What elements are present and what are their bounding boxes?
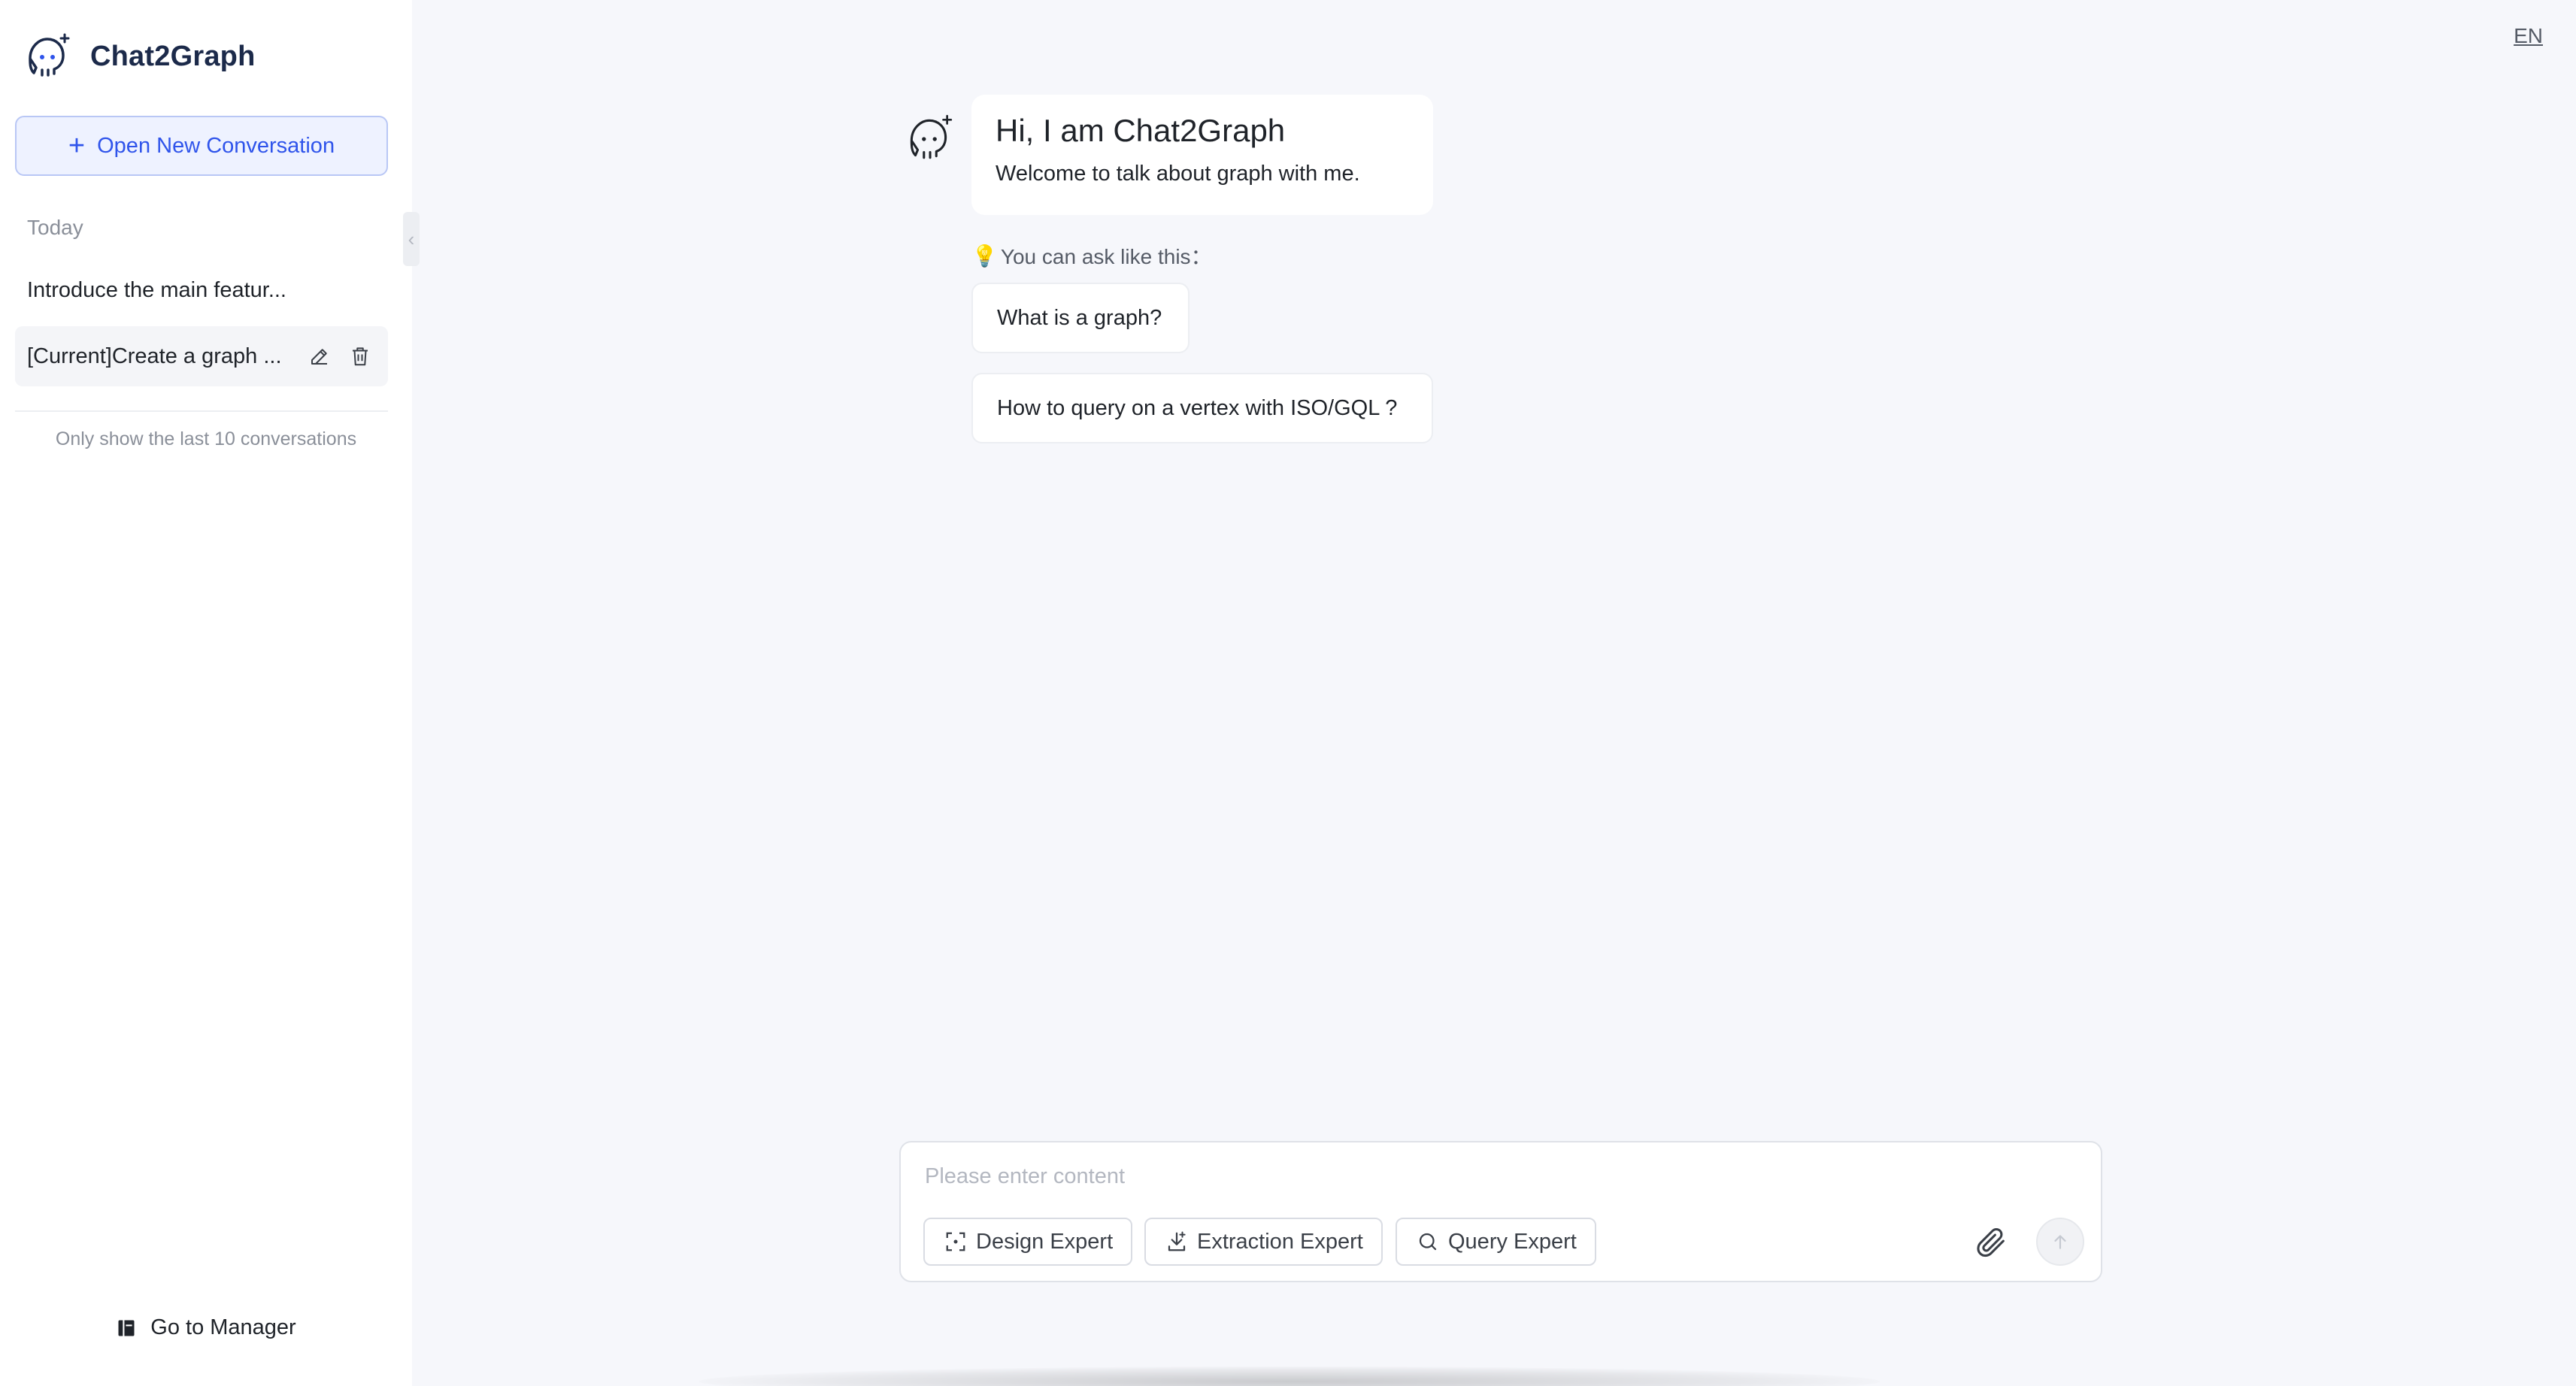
collapse-sidebar-handle[interactable]: ‹ [403, 212, 420, 266]
extraction-expert-label: Extraction Expert [1197, 1229, 1363, 1254]
brand-name: Chat2Graph [90, 40, 256, 72]
query-expert-button[interactable]: Query Expert [1396, 1218, 1596, 1266]
send-button[interactable] [2036, 1218, 2084, 1266]
design-expert-label: Design Expert [976, 1229, 1114, 1254]
go-to-manager-button[interactable]: Go to Manager [0, 1315, 412, 1340]
conversation-actions [308, 345, 371, 368]
plus-icon: + [68, 130, 86, 162]
go-to-manager-label: Go to Manager [150, 1315, 296, 1339]
extraction-expert-button[interactable]: Extraction Expert [1144, 1218, 1383, 1266]
message-composer: Design Expert Extraction Expert Query Ex… [899, 1141, 2102, 1282]
sidebar: Chat2Graph + Open New Conversation Today… [0, 0, 412, 1386]
ask-hint: 💡 You can ask like this： [971, 241, 1212, 271]
suggestion-chip[interactable]: How to query on a vertex with ISO/GQL ? [971, 373, 1433, 443]
language-switch[interactable]: EN [2514, 24, 2543, 48]
query-icon [1419, 1233, 1437, 1251]
delete-icon[interactable] [349, 345, 371, 368]
welcome-subtitle: Welcome to talk about graph with me. [996, 161, 1360, 186]
query-expert-label: Query Expert [1448, 1229, 1577, 1254]
conversation-item-current[interactable]: [Current]Create a graph ... [15, 326, 388, 386]
brand: Chat2Graph [21, 30, 255, 83]
open-new-conversation-button[interactable]: + Open New Conversation [15, 116, 388, 176]
suggestion-chip[interactable]: What is a graph? [971, 283, 1190, 353]
divider [15, 410, 388, 412]
chat2graph-logo-icon [29, 33, 70, 77]
welcome-title: Hi, I am Chat2Graph [996, 113, 1286, 148]
conversation-limit-note: Only show the last 10 conversations [55, 428, 357, 449]
manager-icon [118, 1320, 135, 1336]
extraction-icon [1168, 1231, 1186, 1251]
message-input[interactable] [923, 1158, 1979, 1195]
conversation-item[interactable]: Introduce the main featur... [15, 260, 388, 320]
paperclip-icon[interactable] [1974, 1225, 2009, 1260]
bot-avatar-icon [910, 114, 953, 159]
design-icon [946, 1232, 965, 1251]
bottom-shadow [699, 1366, 1880, 1386]
ask-hint-label: You can ask like this： [1000, 245, 1212, 268]
open-new-conversation-label: Open New Conversation [97, 133, 335, 158]
lightbulb-icon: 💡 [971, 244, 998, 268]
arrow-up-icon [2054, 1235, 2066, 1249]
welcome-card: Hi, I am Chat2Graph Welcome to talk abou… [971, 95, 1433, 215]
app-root: Chat2Graph + Open New Conversation Today… [0, 0, 2576, 1386]
design-expert-button[interactable]: Design Expert [923, 1218, 1133, 1266]
edit-icon[interactable] [308, 345, 331, 368]
conversation-label: [Current]Create a graph ... [27, 343, 282, 368]
section-today: Today [27, 216, 83, 239]
chevron-left-icon: ‹ [408, 227, 415, 250]
conversation-label: Introduce the main featur... [27, 277, 286, 302]
